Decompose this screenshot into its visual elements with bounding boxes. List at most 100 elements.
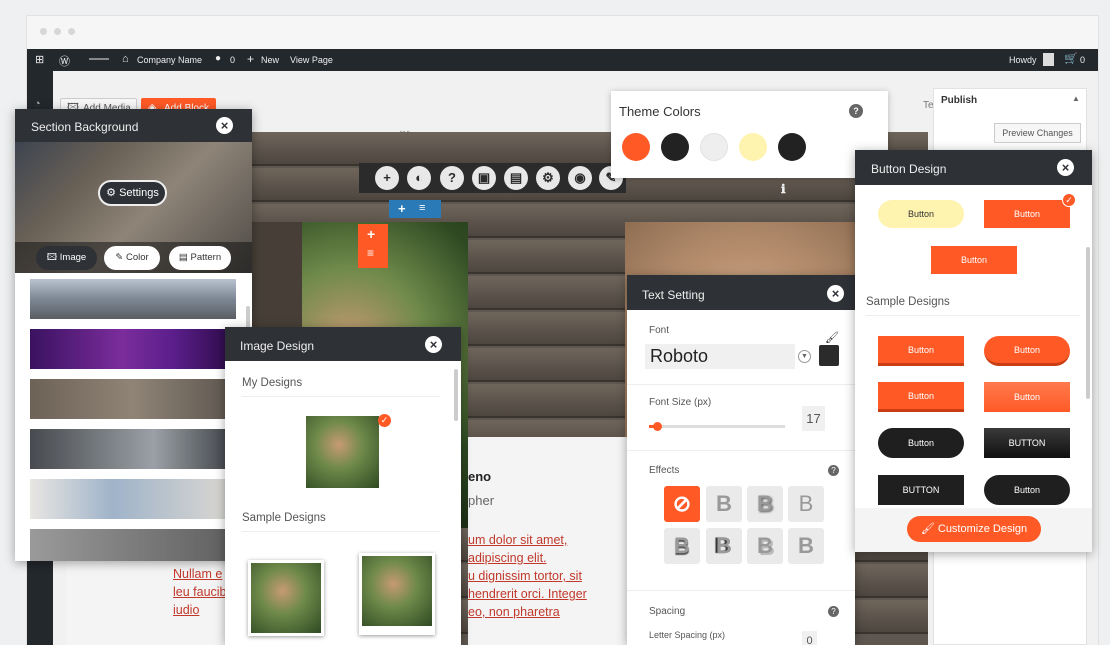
sample-button[interactable]: Button (984, 382, 1070, 412)
lorem-line[interactable]: um dolor sit amet, (468, 533, 567, 547)
color-swatch[interactable] (700, 133, 728, 161)
row-controls: + ≡ (358, 224, 388, 268)
letter-spacing-label: Letter Spacing (px) (649, 630, 726, 640)
new-link[interactable]: New (261, 55, 279, 65)
cart-icon[interactable]: 🛒 (1064, 52, 1078, 65)
wp-logo-icon[interactable]: ⊞ (35, 53, 44, 66)
sample-image-design[interactable] (248, 560, 324, 636)
theme-colors-panel: Theme Colors ? (611, 91, 888, 178)
sample-button[interactable]: BUTTON (984, 428, 1070, 458)
background-thumb[interactable] (30, 329, 236, 369)
font-size-slider[interactable] (649, 422, 785, 431)
effect-option[interactable]: B (747, 486, 783, 522)
background-thumb[interactable] (30, 279, 236, 319)
font-color-picker[interactable] (819, 345, 839, 366)
effect-option[interactable]: B (788, 486, 824, 522)
tab-pattern[interactable]: ▤ Pattern (169, 246, 231, 270)
lorem-line[interactable]: eo, non pharetra (468, 605, 560, 619)
spacing-label: Spacing (649, 606, 686, 617)
view-page-link[interactable]: View Page (290, 55, 333, 65)
lorem-line[interactable]: hendrerit orci. Integer (468, 587, 587, 601)
menu-icon[interactable]: ≡ (367, 246, 374, 260)
lorem-line[interactable]: u dignissim tortor, sit (468, 569, 582, 583)
layout-icon[interactable]: ▤ (504, 166, 528, 190)
chevron-down-icon[interactable]: ▼ (798, 350, 811, 363)
close-icon[interactable]: × (425, 336, 442, 353)
window-dot[interactable] (54, 28, 61, 35)
effect-option[interactable]: B (706, 528, 742, 564)
tab-image[interactable]: 🖾 Image (36, 246, 97, 270)
effect-option[interactable]: B (664, 528, 700, 564)
sample-button[interactable]: Button (984, 336, 1070, 366)
info-icon[interactable]: ℹ (781, 182, 786, 196)
effect-option[interactable]: B (747, 528, 783, 564)
preview-changes-button[interactable]: Preview Changes (994, 123, 1081, 143)
tab-color[interactable]: ✎ Color (104, 246, 160, 270)
background-thumb[interactable] (30, 529, 236, 561)
button-design-option[interactable]: Button (878, 200, 964, 228)
left-line[interactable]: Nullam e (173, 567, 222, 581)
camera-icon[interactable]: ◉ (568, 166, 592, 190)
background-thumb[interactable] (30, 379, 236, 419)
color-swatch[interactable] (739, 133, 767, 161)
color-swatch[interactable] (778, 133, 806, 161)
effects-label: Effects (649, 465, 680, 476)
customize-design-button[interactable]: 🖌 Customize Design (907, 516, 1041, 542)
settings-button[interactable]: ⚙ Settings (98, 180, 167, 206)
howdy-text[interactable]: Howdy (1009, 55, 1037, 65)
scrollbar[interactable] (454, 369, 458, 421)
effect-option[interactable]: B (706, 486, 742, 522)
scrollbar[interactable] (1086, 247, 1090, 399)
close-icon[interactable]: × (216, 117, 233, 134)
left-line[interactable]: iudio (173, 603, 199, 617)
effect-option[interactable]: B (788, 528, 824, 564)
close-icon[interactable]: × (827, 285, 844, 302)
close-icon[interactable]: × (1057, 159, 1074, 176)
button-design-option[interactable]: Button (931, 246, 1017, 274)
sample-image-design[interactable] (359, 553, 435, 635)
home-icon: ⌂ (122, 53, 129, 65)
collapse-arrow-icon[interactable]: ▲ (1072, 94, 1080, 103)
window-dot[interactable] (40, 28, 47, 35)
left-line[interactable]: leu faucib (173, 585, 226, 599)
comment-count[interactable]: 0 (230, 55, 235, 65)
help-icon[interactable]: ? (828, 606, 839, 617)
font-select[interactable]: Roboto (645, 344, 795, 369)
button-design-panel: Button Design × Button Button ✓ Button S… (855, 150, 1092, 552)
sample-button[interactable]: Button (878, 336, 964, 366)
color-swatch[interactable] (661, 133, 689, 161)
background-thumb[interactable] (30, 429, 236, 469)
button-design-option[interactable]: Button (984, 200, 1070, 228)
wordpress-icon[interactable]: Ⓦ (59, 53, 70, 69)
add-row-icon[interactable]: + (367, 226, 375, 242)
slider-handle[interactable] (653, 422, 663, 431)
help-section-icon[interactable]: ? (440, 166, 464, 190)
background-thumb[interactable] (30, 479, 236, 519)
lorem-line[interactable]: adipiscing elit. (468, 551, 547, 565)
add-section-icon[interactable]: + (375, 166, 399, 190)
image-icon[interactable]: ▣ (472, 166, 496, 190)
column-menu-icon[interactable]: ≡ (419, 202, 425, 214)
color-swatch[interactable] (622, 133, 650, 161)
sample-button[interactable]: Button (878, 428, 964, 458)
window-dot[interactable] (68, 28, 75, 35)
effect-none[interactable]: ⊘ (664, 486, 700, 522)
help-icon[interactable]: ? (828, 465, 839, 476)
font-size-value[interactable]: 17 (802, 406, 825, 431)
tab-color-label: Color (125, 252, 149, 263)
panel-title: Text Setting (642, 288, 705, 302)
image-design-panel: Image Design × My Designs ✓ Sample Desig… (225, 327, 461, 645)
sample-button[interactable]: Button (984, 475, 1070, 505)
sample-designs-label: Sample Designs (242, 512, 326, 524)
settings-icon[interactable]: ⚙ (536, 166, 560, 190)
avatar[interactable] (1043, 53, 1054, 66)
palette-icon[interactable]: ◐ (407, 166, 431, 190)
site-name-link[interactable]: Company Name (137, 55, 202, 65)
letter-spacing-value[interactable]: 0 (802, 631, 817, 645)
my-design-image[interactable] (306, 416, 379, 488)
sample-button[interactable]: Button (878, 382, 964, 412)
sample-button[interactable]: BUTTON (878, 475, 964, 505)
add-column-icon[interactable]: + (398, 201, 406, 216)
divider (89, 58, 109, 60)
help-icon[interactable]: ? (849, 104, 863, 118)
